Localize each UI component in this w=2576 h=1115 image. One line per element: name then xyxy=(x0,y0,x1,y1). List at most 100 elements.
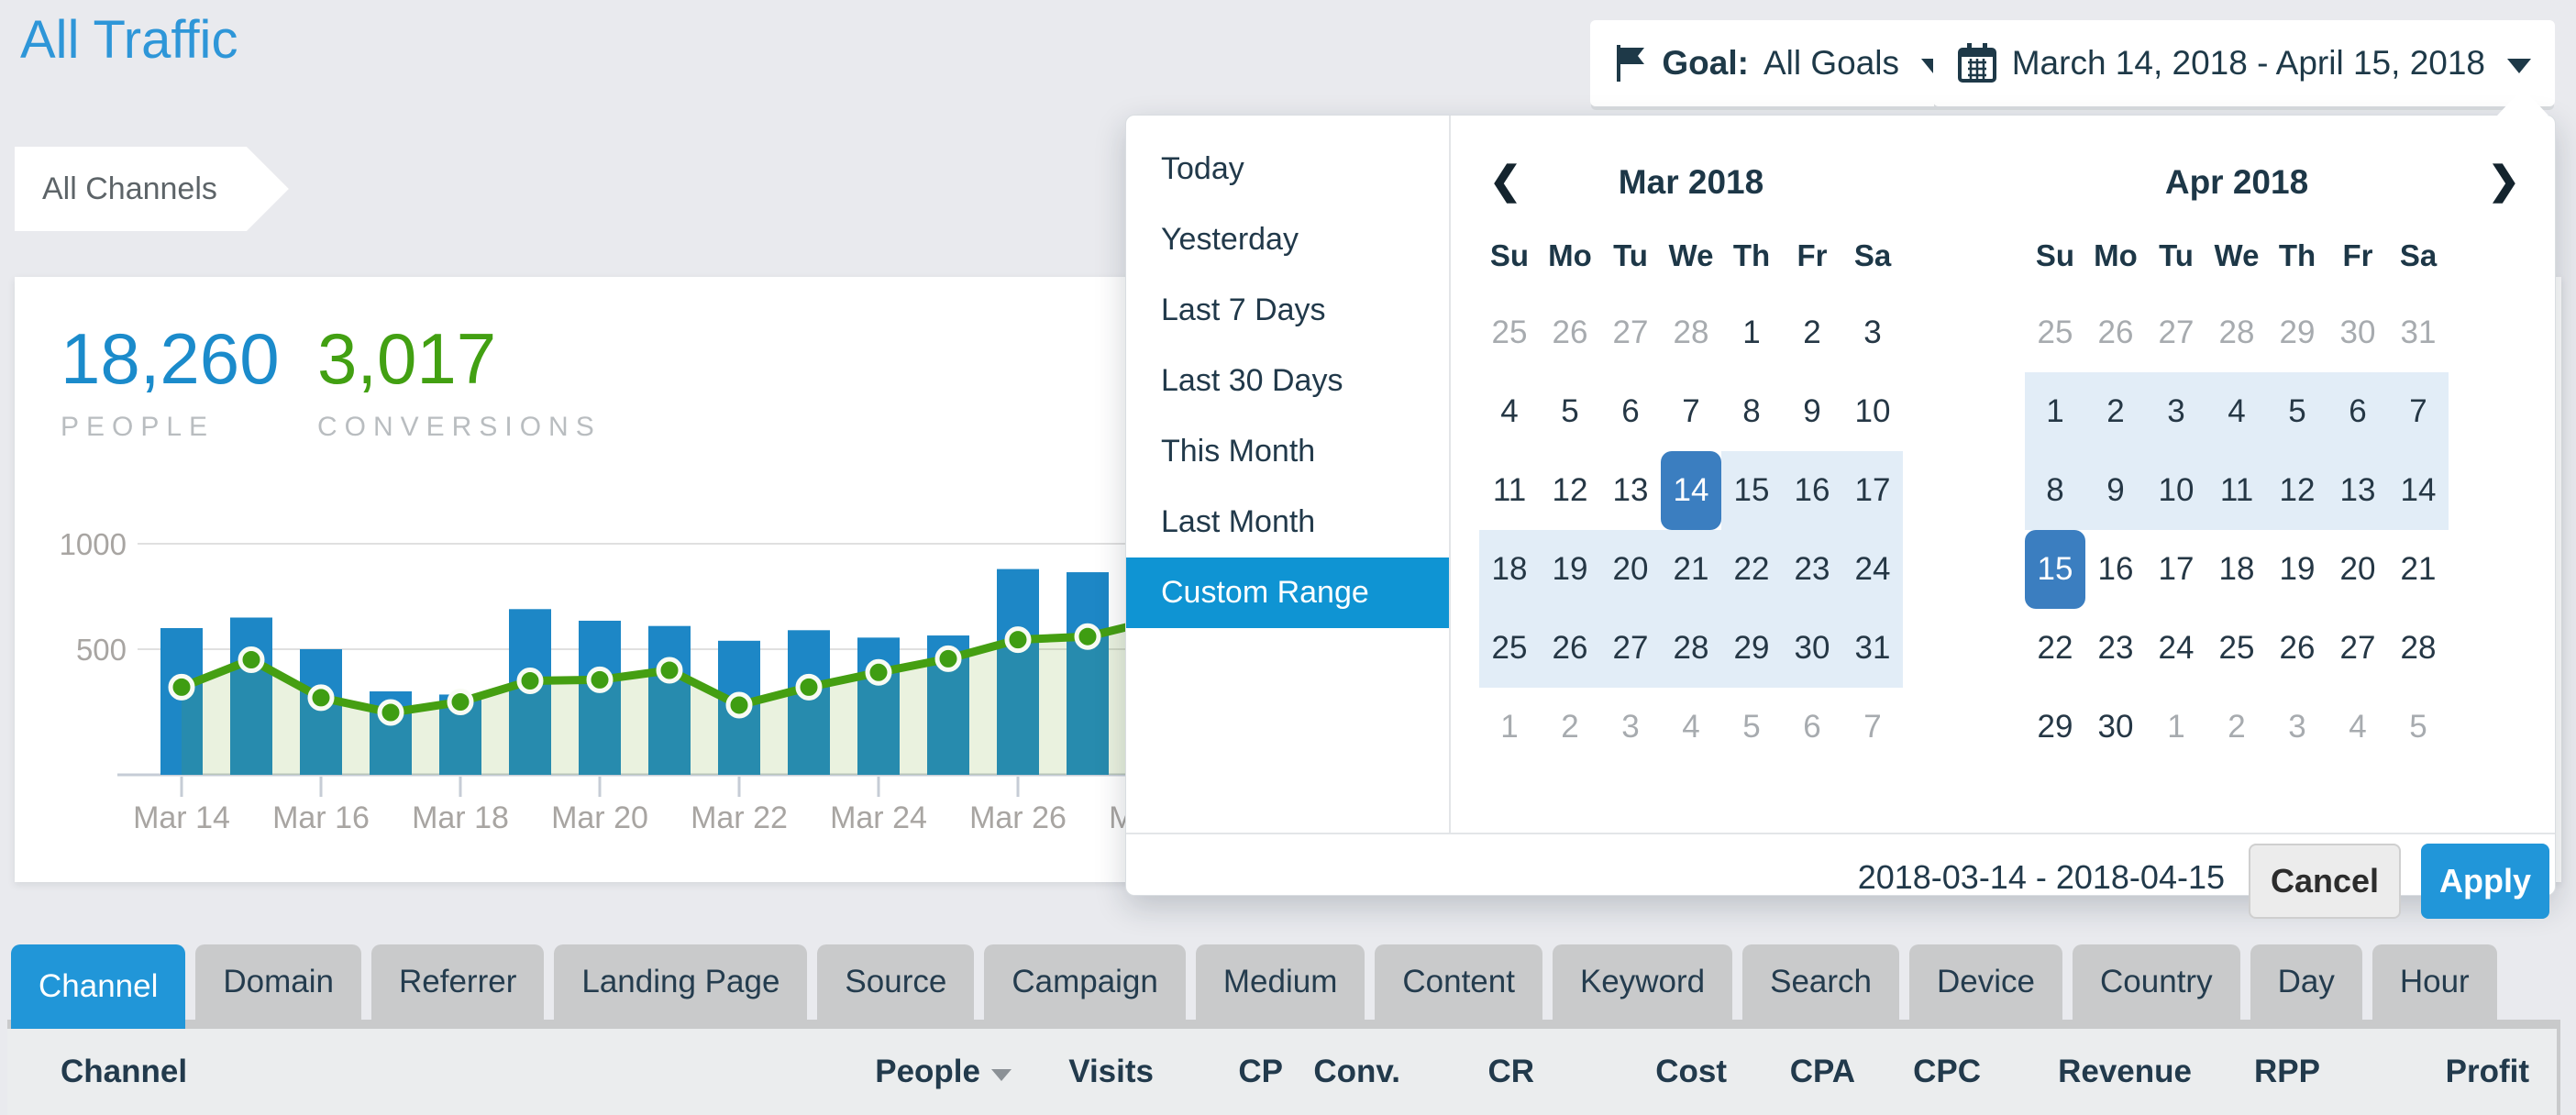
calendar-day[interactable]: 17 xyxy=(1842,451,1903,530)
calendar-day[interactable]: 8 xyxy=(1721,372,1782,451)
preset-this-month[interactable]: This Month xyxy=(1126,416,1449,487)
calendar-day[interactable]: 29 xyxy=(2025,688,2085,767)
calendar-day[interactable]: 16 xyxy=(1782,451,1842,530)
tab-domain[interactable]: Domain xyxy=(195,944,361,1020)
column-header-people[interactable]: People xyxy=(886,1054,1012,1090)
column-header-cpa[interactable]: CPA xyxy=(1727,1054,1855,1090)
calendar-day[interactable]: 26 xyxy=(2267,609,2327,688)
preset-last-7-days[interactable]: Last 7 Days xyxy=(1126,275,1449,346)
calendar-day[interactable]: 22 xyxy=(1721,530,1782,609)
tab-source[interactable]: Source xyxy=(817,944,974,1020)
preset-last-month[interactable]: Last Month xyxy=(1126,487,1449,558)
calendar-day[interactable]: 4 xyxy=(2327,688,2388,767)
calendar-day[interactable]: 6 xyxy=(2327,372,2388,451)
calendar-day[interactable]: 2 xyxy=(2085,372,2146,451)
column-header-cpc[interactable]: CPC xyxy=(1855,1054,1981,1090)
goal-dropdown-button[interactable]: Goal: All Goals xyxy=(1590,20,1969,106)
tab-device[interactable]: Device xyxy=(1909,944,2062,1020)
tab-referrer[interactable]: Referrer xyxy=(371,944,544,1020)
calendar-day[interactable]: 3 xyxy=(2267,688,2327,767)
column-header-rpp[interactable]: RPP xyxy=(2192,1054,2320,1090)
calendar-day[interactable]: 14 xyxy=(2388,451,2449,530)
calendar-day[interactable]: 5 xyxy=(1540,372,1600,451)
calendar-day[interactable]: 25 xyxy=(1479,293,1540,372)
tab-channel[interactable]: Channel xyxy=(11,944,185,1029)
calendar-day[interactable]: 10 xyxy=(2146,451,2206,530)
preset-yesterday[interactable]: Yesterday xyxy=(1126,204,1449,275)
channel-breadcrumb-tag[interactable]: All Channels xyxy=(15,147,289,231)
calendar-day[interactable]: 7 xyxy=(1661,372,1721,451)
cancel-button[interactable]: Cancel xyxy=(2249,844,2401,919)
tab-country[interactable]: Country xyxy=(2073,944,2240,1020)
calendar-day[interactable]: 2 xyxy=(2206,688,2267,767)
calendar-day[interactable]: 4 xyxy=(2206,372,2267,451)
calendar-day[interactable]: 29 xyxy=(1721,609,1782,688)
calendar-day[interactable]: 25 xyxy=(2206,609,2267,688)
calendar-day[interactable]: 27 xyxy=(2327,609,2388,688)
calendar-day[interactable]: 4 xyxy=(1479,372,1540,451)
calendar-day[interactable]: 31 xyxy=(1842,609,1903,688)
calendar-day[interactable]: 28 xyxy=(1661,609,1721,688)
calendar-day[interactable]: 9 xyxy=(1782,372,1842,451)
calendar-day[interactable]: 22 xyxy=(2025,609,2085,688)
column-header-profit[interactable]: Profit xyxy=(2320,1054,2529,1090)
calendar-day[interactable]: 20 xyxy=(1600,530,1661,609)
tab-keyword[interactable]: Keyword xyxy=(1553,944,1732,1020)
calendar-day[interactable]: 26 xyxy=(1540,293,1600,372)
calendar-day[interactable]: 3 xyxy=(1600,688,1661,767)
calendar-day[interactable]: 8 xyxy=(2025,451,2085,530)
calendar-day[interactable]: 17 xyxy=(2146,530,2206,609)
calendar-day[interactable]: 23 xyxy=(1782,530,1842,609)
calendar-day[interactable]: 3 xyxy=(1842,293,1903,372)
calendar-day[interactable]: 24 xyxy=(2146,609,2206,688)
calendar-day[interactable]: 10 xyxy=(1842,372,1903,451)
preset-custom-range[interactable]: Custom Range xyxy=(1126,558,1449,628)
calendar-day[interactable]: 13 xyxy=(1600,451,1661,530)
tab-hour[interactable]: Hour xyxy=(2372,944,2497,1020)
calendar-day[interactable]: 23 xyxy=(2085,609,2146,688)
calendar-day[interactable]: 18 xyxy=(1479,530,1540,609)
calendar-day[interactable]: 26 xyxy=(1540,609,1600,688)
calendar-day[interactable]: 4 xyxy=(1661,688,1721,767)
column-header-visits[interactable]: Visits xyxy=(1012,1054,1154,1090)
calendar-day[interactable]: 19 xyxy=(2267,530,2327,609)
calendar-day[interactable]: 19 xyxy=(1540,530,1600,609)
calendar-day-selected[interactable]: 15 xyxy=(2025,530,2085,609)
calendar-day[interactable]: 20 xyxy=(2327,530,2388,609)
calendar-day[interactable]: 12 xyxy=(2267,451,2327,530)
date-range-button[interactable]: March 14, 2018 - April 15, 2018 xyxy=(1933,20,2555,106)
column-header-revenue[interactable]: Revenue xyxy=(1981,1054,2192,1090)
calendar-day[interactable]: 27 xyxy=(1600,609,1661,688)
calendar-day[interactable]: 5 xyxy=(2267,372,2327,451)
calendar-day[interactable]: 28 xyxy=(2206,293,2267,372)
calendar-day[interactable]: 11 xyxy=(2206,451,2267,530)
calendar-day[interactable]: 12 xyxy=(1540,451,1600,530)
calendar-day[interactable]: 24 xyxy=(1842,530,1903,609)
calendar-day[interactable]: 9 xyxy=(2085,451,2146,530)
calendar-day[interactable]: 30 xyxy=(1782,609,1842,688)
calendar-day[interactable]: 25 xyxy=(2025,293,2085,372)
calendar-day[interactable]: 18 xyxy=(2206,530,2267,609)
column-header-cr[interactable]: CR xyxy=(1400,1054,1534,1090)
tab-content[interactable]: Content xyxy=(1375,944,1542,1020)
column-header-conv[interactable]: Conv. xyxy=(1283,1054,1400,1090)
tab-medium[interactable]: Medium xyxy=(1196,944,1365,1020)
preset-today[interactable]: Today xyxy=(1126,134,1449,204)
calendar-day[interactable]: 5 xyxy=(1721,688,1782,767)
calendar-day[interactable]: 30 xyxy=(2085,688,2146,767)
calendar-day[interactable]: 11 xyxy=(1479,451,1540,530)
tab-landing-page[interactable]: Landing Page xyxy=(554,944,807,1020)
calendar-day[interactable]: 28 xyxy=(1661,293,1721,372)
calendar-day[interactable]: 2 xyxy=(1782,293,1842,372)
calendar-day[interactable]: 1 xyxy=(2025,372,2085,451)
calendar-day[interactable]: 7 xyxy=(1842,688,1903,767)
apply-button[interactable]: Apply xyxy=(2421,844,2549,919)
calendar-day[interactable]: 6 xyxy=(1600,372,1661,451)
calendar-day[interactable]: 5 xyxy=(2388,688,2449,767)
calendar-day[interactable]: 7 xyxy=(2388,372,2449,451)
calendar-day[interactable]: 1 xyxy=(1479,688,1540,767)
calendar-day[interactable]: 28 xyxy=(2388,609,2449,688)
column-header-cp[interactable]: CP xyxy=(1154,1054,1283,1090)
calendar-day[interactable]: 13 xyxy=(2327,451,2388,530)
calendar-day[interactable]: 26 xyxy=(2085,293,2146,372)
